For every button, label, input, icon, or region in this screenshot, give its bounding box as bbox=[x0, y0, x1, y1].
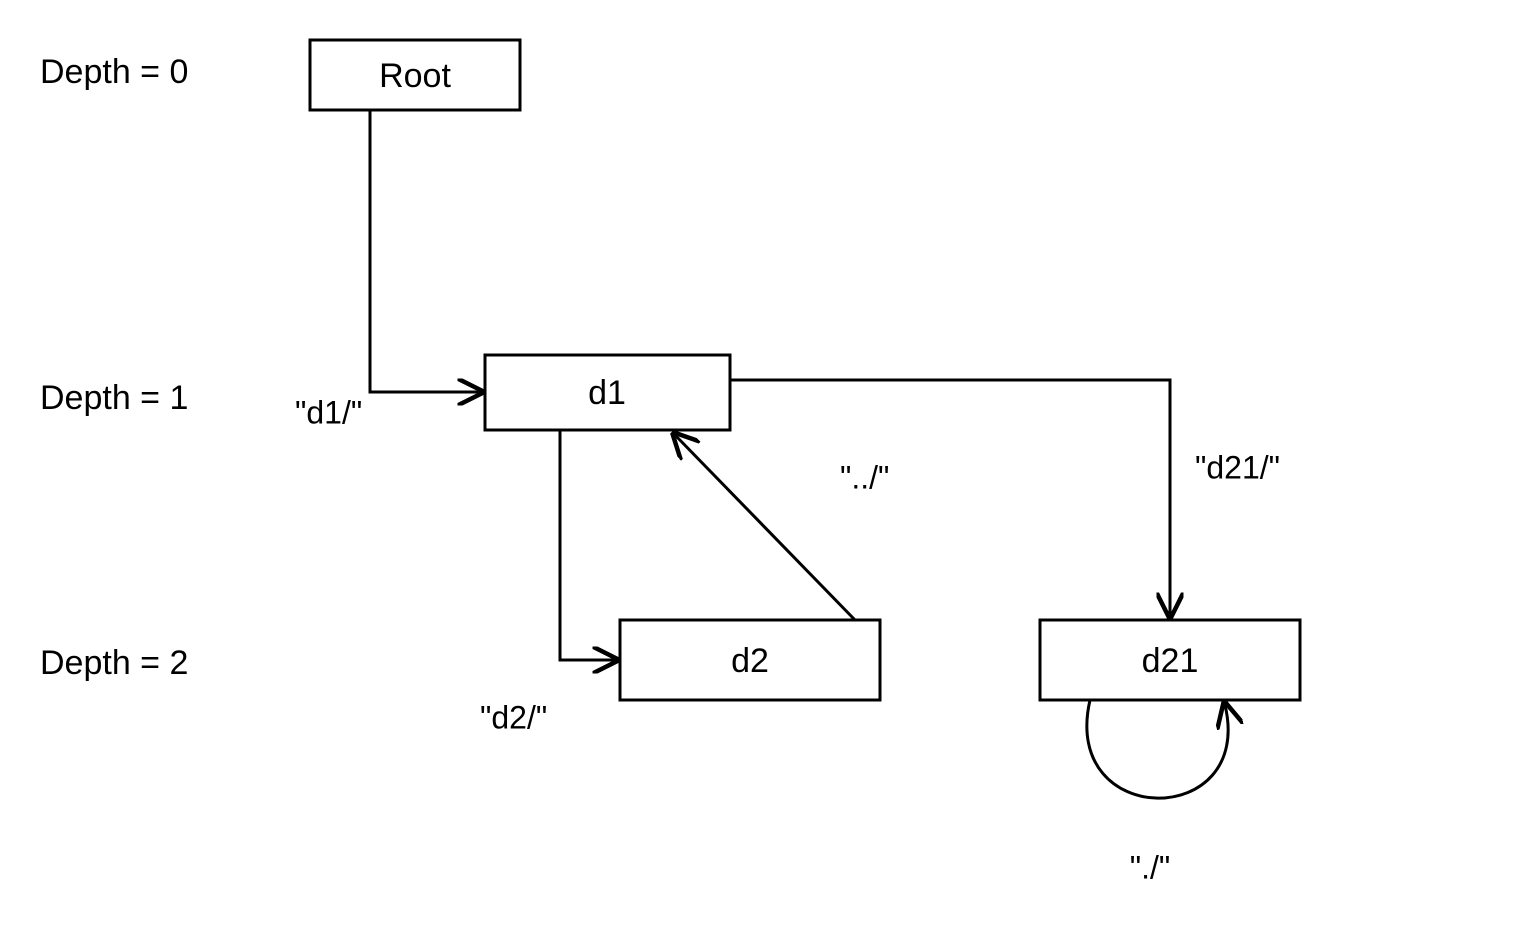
directory-tree-diagram: Depth = 0 Depth = 1 Depth = 2 Root d1 d2… bbox=[0, 0, 1536, 944]
depth-label-0: Depth = 0 bbox=[40, 53, 188, 91]
node-d2-label: d2 bbox=[731, 642, 769, 680]
edge-d2-to-d1 bbox=[675, 435, 855, 620]
node-root-label: Root bbox=[379, 57, 451, 95]
edge-d1-to-d21 bbox=[730, 380, 1170, 615]
edge-d1-to-d2 bbox=[560, 430, 615, 660]
depth-label-2: Depth = 2 bbox=[40, 644, 188, 682]
edge-label-d2-to-d1: "../" bbox=[840, 459, 889, 495]
edge-label-d1-to-d21: "d21/" bbox=[1195, 449, 1280, 485]
edge-d21-self bbox=[1087, 700, 1228, 798]
depth-label-1: Depth = 1 bbox=[40, 379, 188, 417]
node-d21-label: d21 bbox=[1142, 642, 1199, 680]
edge-label-d21-self: "./" bbox=[1130, 849, 1171, 885]
node-d1-label: d1 bbox=[588, 374, 626, 412]
edge-label-d1-to-d2: "d2/" bbox=[480, 699, 547, 735]
edge-root-to-d1 bbox=[370, 110, 480, 392]
edge-label-root-to-d1: "d1/" bbox=[295, 394, 362, 430]
